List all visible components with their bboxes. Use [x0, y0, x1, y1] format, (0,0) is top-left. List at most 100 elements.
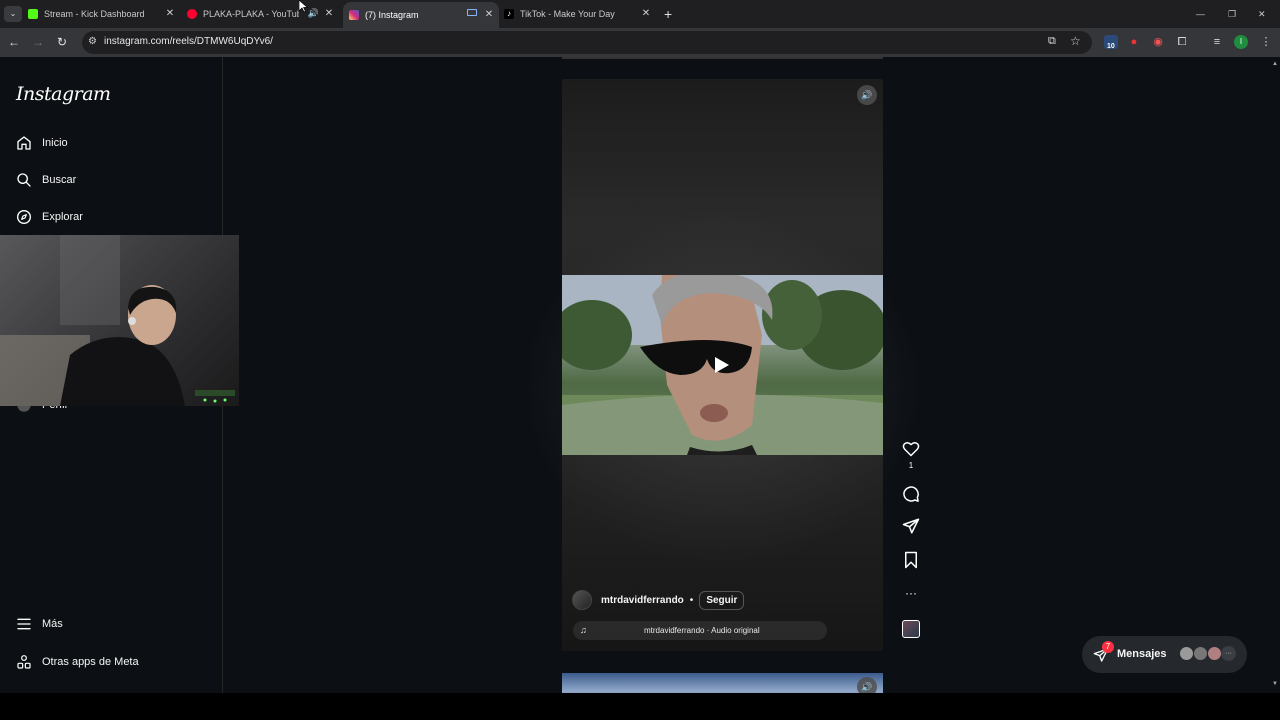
- scroll-down-icon[interactable]: ▼: [1272, 681, 1278, 687]
- author-avatar[interactable]: [572, 590, 592, 610]
- speaker-icon[interactable]: 🔊: [308, 8, 319, 19]
- save-button[interactable]: [901, 551, 921, 569]
- close-icon: ✕: [1258, 8, 1266, 19]
- comment-icon: [903, 486, 919, 502]
- audio-thumbnail: [902, 620, 920, 638]
- menu-icon: [17, 618, 31, 630]
- address-bar[interactable]: ⚙ instagram.com/reels/DTMW6UqDYv6/ ⧉ ☆: [82, 31, 1092, 54]
- comment-button[interactable]: [901, 485, 921, 503]
- separator: •: [689, 594, 694, 606]
- messages-button[interactable]: 7 Mensajes ···: [1082, 636, 1247, 673]
- mouse-cursor-icon: [299, 0, 308, 13]
- browser-toolbar: ← → ↻ ⚙ instagram.com/reels/DTMW6UqDYv6/…: [0, 28, 1280, 57]
- chrome-menu-icon[interactable]: ⋮: [1259, 35, 1273, 49]
- tab-tiktok[interactable]: ♪ TikTok - Make Your Day ✕: [504, 4, 656, 24]
- site-info-icon[interactable]: ⚙: [88, 36, 97, 47]
- more-icon: ···: [905, 586, 917, 600]
- youtube-music-favicon-icon: [187, 9, 197, 19]
- install-app-icon[interactable]: ⧉: [1048, 35, 1056, 48]
- tab-title: Stream - Kick Dashboard: [44, 9, 145, 19]
- page-scrollbar[interactable]: ▲ ▼: [1270, 57, 1280, 693]
- next-reel-preview[interactable]: [562, 673, 883, 693]
- like-count: 1: [908, 461, 914, 470]
- heart-icon: [902, 442, 920, 457]
- tab-instagram[interactable]: (7) Instagram ✕: [343, 2, 499, 28]
- sidebar-item-meta-apps[interactable]: Otras apps de Meta: [16, 654, 139, 670]
- profile-avatar[interactable]: I: [1234, 35, 1248, 49]
- window-close-button[interactable]: ✕: [1258, 4, 1272, 24]
- audio-label: mtrdavidferrando · Audio original: [644, 626, 760, 635]
- contact-avatar: [1207, 646, 1222, 661]
- sidebar-item-explorar[interactable]: Explorar: [16, 209, 83, 225]
- instagram-favicon-icon: [349, 10, 359, 20]
- tab-title: (7) Instagram: [365, 10, 419, 20]
- tab-youtube-music[interactable]: PLAKA-PLAKA - YouTube Music 🔊 ✕: [187, 4, 339, 24]
- volume-icon[interactable]: 🔊: [857, 85, 877, 105]
- back-button[interactable]: ←: [6, 34, 22, 50]
- contact-avatar: [1193, 646, 1208, 661]
- home-icon: [17, 136, 31, 150]
- webcam-person-image: [0, 235, 235, 406]
- author-username[interactable]: mtrdavidferrando: [601, 595, 684, 606]
- forward-button[interactable]: →: [30, 34, 46, 50]
- instagram-logo[interactable]: Instagram: [16, 83, 111, 105]
- sidebar-item-label: Explorar: [42, 211, 83, 223]
- tiktok-favicon-icon: ♪: [504, 9, 514, 19]
- sidebar-item-label: Otras apps de Meta: [42, 656, 139, 668]
- audio-thumbnail-button[interactable]: [901, 620, 921, 638]
- sidebar-item-label: Buscar: [42, 174, 77, 186]
- tab-strip: ⌄ Stream - Kick Dashboard ✕ PLAKA-PLAKA …: [0, 0, 1280, 28]
- restore-button[interactable]: ❐: [1228, 4, 1242, 24]
- tab-title: PLAKA-PLAKA - YouTube Music: [203, 9, 299, 19]
- like-button[interactable]: 1: [901, 441, 921, 470]
- tab-kick[interactable]: Stream - Kick Dashboard ✕: [28, 4, 180, 24]
- send-icon: [902, 518, 920, 534]
- sidebar-item-label: Más: [42, 618, 63, 630]
- play-icon[interactable]: [714, 356, 730, 374]
- minimize-button[interactable]: —: [1196, 4, 1210, 24]
- instagram-page: Instagram Inicio Buscar Explorar Perfil …: [0, 57, 1280, 693]
- kick-favicon-icon: [28, 9, 38, 19]
- sidebar-item-mas[interactable]: Más: [16, 616, 63, 632]
- extensions-puzzle-icon[interactable]: ⧠: [1175, 35, 1189, 49]
- meta-apps-icon: [17, 655, 31, 669]
- reload-button[interactable]: ↻: [54, 34, 70, 50]
- url-text: instagram.com/reels/DTMW6UqDYv6/: [104, 36, 273, 47]
- audio-pill[interactable]: ♫ mtrdavidferrando · Audio original: [573, 621, 827, 640]
- contact-avatar: [1179, 646, 1194, 661]
- follow-button[interactable]: Seguir: [699, 590, 745, 610]
- restore-icon: ❐: [1228, 8, 1237, 19]
- close-icon[interactable]: ✕: [640, 8, 652, 20]
- new-tab-button[interactable]: +: [664, 4, 678, 24]
- compass-icon: [17, 210, 31, 224]
- extension-record-icon[interactable]: ●: [1127, 35, 1141, 49]
- reel-video[interactable]: [562, 275, 883, 455]
- more-contacts-icon: ···: [1221, 646, 1236, 661]
- close-icon[interactable]: ✕: [164, 8, 176, 20]
- cast-icon: [467, 9, 477, 16]
- bookmark-icon: [905, 551, 917, 569]
- share-button[interactable]: [901, 517, 921, 535]
- tab-search-button[interactable]: ⌄: [4, 6, 22, 22]
- next-reel-volume-icon[interactable]: 🔊: [857, 677, 877, 693]
- webcam-overlay: [0, 235, 239, 406]
- reel-author-row: mtrdavidferrando • Seguir: [572, 590, 745, 610]
- extension-target-icon[interactable]: ◉: [1151, 35, 1165, 49]
- bookmark-star-icon[interactable]: ☆: [1070, 34, 1081, 48]
- more-options-button[interactable]: ···: [901, 586, 921, 600]
- sidebar-item-label: Inicio: [42, 137, 68, 149]
- profile-initial: I: [1239, 37, 1243, 46]
- plus-icon: +: [664, 6, 673, 22]
- close-icon[interactable]: ✕: [483, 9, 495, 21]
- extension-badge: 10: [1107, 43, 1115, 50]
- scroll-up-icon[interactable]: ▲: [1272, 61, 1278, 67]
- media-control-icon[interactable]: ≡: [1210, 35, 1224, 49]
- sidebar-item-inicio[interactable]: Inicio: [16, 135, 68, 151]
- previous-reel-edge: [562, 57, 883, 59]
- tab-title: TikTok - Make Your Day: [520, 9, 615, 19]
- close-icon[interactable]: ✕: [323, 8, 335, 20]
- messages-label: Mensajes: [1117, 648, 1167, 660]
- messages-badge: 7: [1102, 641, 1114, 653]
- music-note-icon: ♫: [580, 625, 587, 635]
- sidebar-item-buscar[interactable]: Buscar: [16, 172, 76, 188]
